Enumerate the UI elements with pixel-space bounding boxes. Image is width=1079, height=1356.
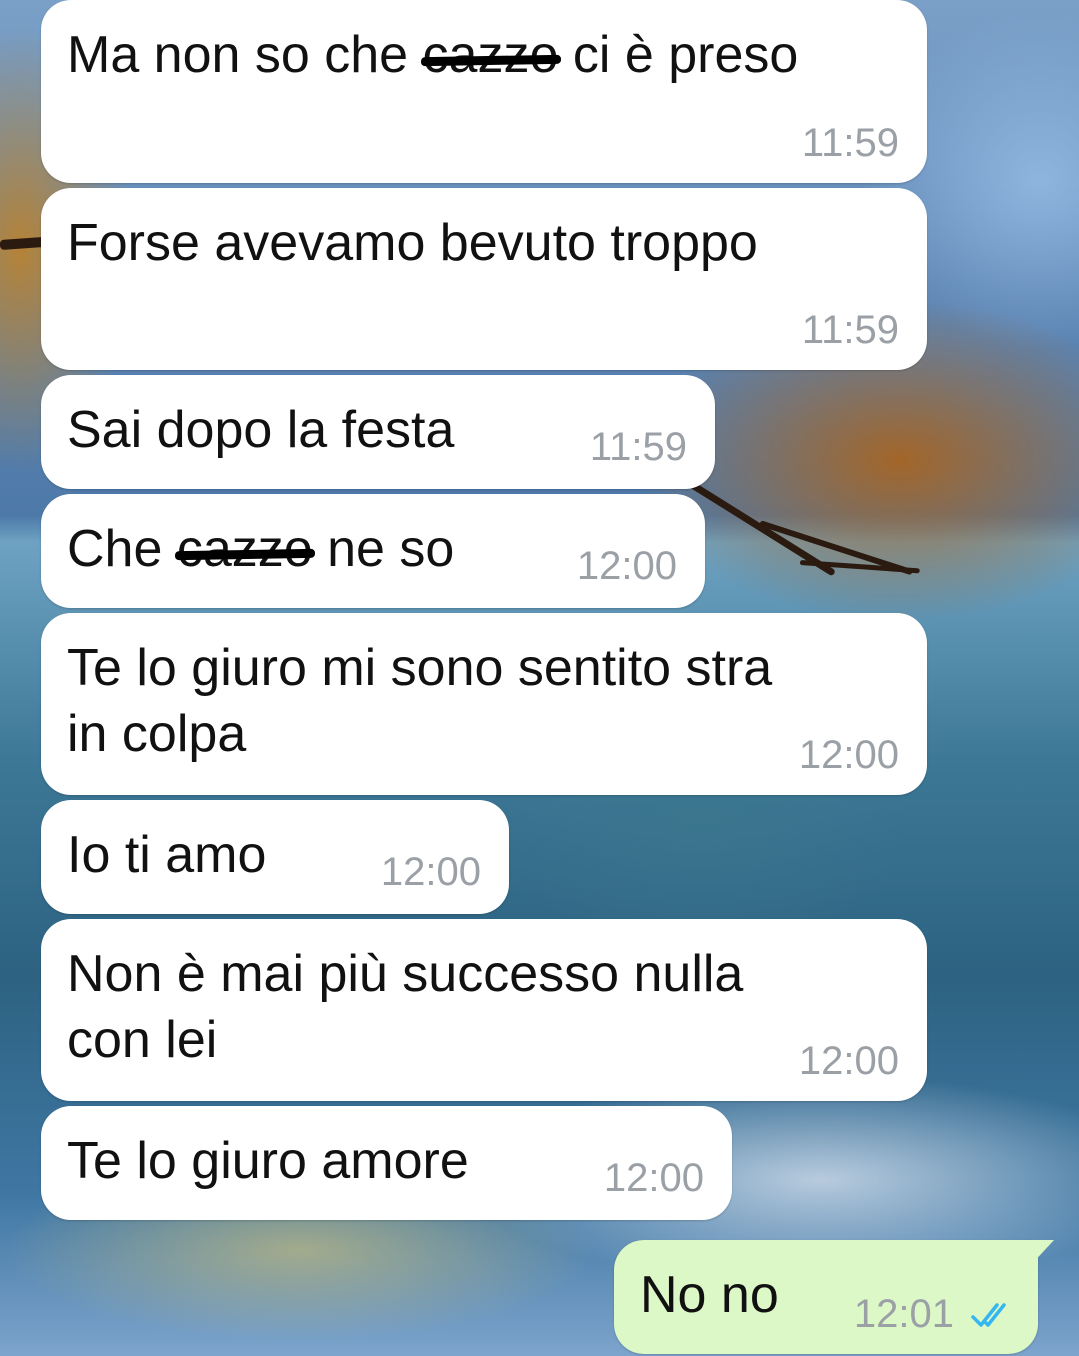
message-bubble-incoming[interactable]: Non è mai più successo nulla con lei 12:…: [41, 919, 927, 1101]
message-bubble-incoming[interactable]: Io ti amo 12:00: [41, 800, 509, 914]
message-bubble-incoming[interactable]: Te lo giuro amore 12:00: [41, 1106, 732, 1220]
message-time: 12:00: [576, 544, 677, 588]
message-time: 11:59: [801, 121, 899, 165]
censored-word: cazzo: [420, 22, 561, 88]
message-time: 12:01: [853, 1292, 954, 1336]
message-bubble-incoming[interactable]: Ma non so che cazzo ci è preso 11:59: [41, 0, 927, 183]
message-text: Te lo giuro mi sono sentito stra in colp…: [67, 639, 773, 763]
message-list[interactable]: Ma non so che cazzo ci è preso 11:59 For…: [0, 0, 1079, 1356]
message-time: 12:00: [603, 1156, 704, 1200]
censored-word: cazzo: [174, 516, 315, 582]
message-text: Forse avevamo bevuto troppo: [67, 214, 758, 272]
message-bubble-incoming[interactable]: Te lo giuro mi sono sentito stra in colp…: [41, 613, 927, 795]
message-text: Che cazzo ne so: [67, 516, 454, 582]
message-time: 11:59: [801, 308, 899, 352]
message-bubble-incoming[interactable]: Forse avevamo bevuto troppo 11:59: [41, 188, 927, 370]
message-text: Ma non so che cazzo ci è preso: [67, 22, 798, 88]
bubble-tail: [1030, 1240, 1054, 1266]
message-bubble-incoming[interactable]: Sai dopo la festa 11:59: [41, 375, 715, 489]
double-check-read-icon: [971, 1303, 1006, 1327]
message-time: 12:00: [380, 850, 481, 894]
message-text: Sai dopo la festa: [67, 401, 455, 459]
message-time: 11:59: [589, 425, 687, 469]
message-bubble-incoming[interactable]: Che cazzo ne so 12:00: [41, 494, 705, 608]
message-text: Te lo giuro amore: [67, 1132, 469, 1190]
message-text: Non è mai più successo nulla con lei: [67, 945, 744, 1069]
message-text: Io ti amo: [67, 826, 267, 884]
message-time: 12:00: [798, 1039, 899, 1083]
message-text: No no: [640, 1266, 779, 1324]
message-bubble-outgoing[interactable]: No no 12:01: [614, 1240, 1054, 1354]
message-time: 12:00: [798, 733, 899, 777]
